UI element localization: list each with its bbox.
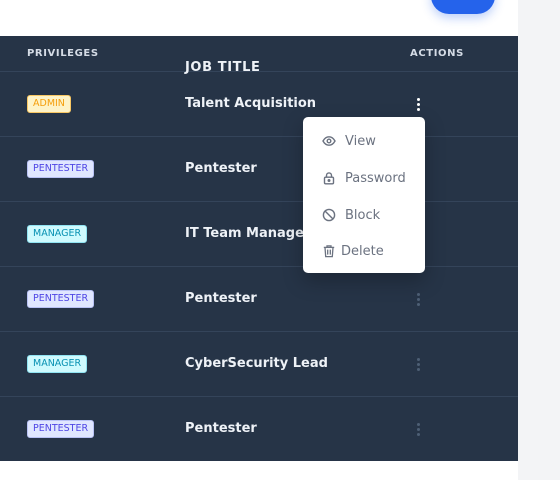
table-header: PRIVILEGES JOB TITLE ACTIONS bbox=[0, 36, 518, 75]
privilege-badge: PENTESTER bbox=[27, 290, 95, 308]
row-actions-button[interactable] bbox=[411, 289, 425, 309]
table-row: MANAGER IT Team Manager bbox=[0, 202, 518, 267]
job-title: Pentester bbox=[185, 161, 257, 176]
privilege-badge: MANAGER bbox=[27, 355, 88, 373]
table-row: ADMIN Talent Acquisition bbox=[0, 72, 518, 137]
menu-item-block[interactable]: Block bbox=[303, 199, 425, 231]
table-row: PENTESTER Pentester bbox=[0, 397, 518, 462]
menu-item-label: Delete bbox=[341, 243, 384, 259]
job-title: CyberSecurity Lead bbox=[185, 356, 328, 371]
add-user-button[interactable] bbox=[431, 0, 495, 14]
row-actions-menu: View Password Block Delete bbox=[303, 117, 425, 273]
menu-item-label: View bbox=[345, 133, 376, 149]
privilege-badge: MANAGER bbox=[27, 225, 88, 243]
row-actions-button[interactable] bbox=[411, 419, 425, 439]
table-row: PENTESTER Pentester bbox=[0, 137, 518, 202]
privilege-badge: ADMIN bbox=[27, 95, 71, 113]
privilege-badge: PENTESTER bbox=[27, 160, 95, 178]
lock-icon bbox=[322, 171, 336, 185]
job-title: Talent Acquisition bbox=[185, 96, 317, 111]
menu-item-view[interactable]: View bbox=[303, 125, 425, 157]
row-actions-button[interactable] bbox=[411, 354, 425, 374]
menu-item-password[interactable]: Password bbox=[303, 162, 425, 194]
header-actions: ACTIONS bbox=[410, 48, 464, 59]
users-table: PRIVILEGES JOB TITLE ACTIONS ADMIN Talen… bbox=[0, 36, 518, 461]
menu-item-label: Password bbox=[345, 170, 406, 186]
header-privileges: PRIVILEGES bbox=[27, 48, 99, 59]
users-panel: PRIVILEGES JOB TITLE ACTIONS ADMIN Talen… bbox=[0, 0, 518, 480]
eye-icon bbox=[322, 134, 336, 148]
menu-item-label: Block bbox=[345, 207, 381, 223]
job-title: Pentester bbox=[185, 421, 257, 436]
menu-item-delete[interactable]: Delete bbox=[303, 235, 425, 267]
table-row: PENTESTER Pentester bbox=[0, 267, 518, 332]
block-icon bbox=[322, 208, 336, 222]
row-actions-button[interactable] bbox=[411, 94, 425, 114]
job-title: IT Team Manager bbox=[185, 226, 311, 241]
trash-icon bbox=[322, 244, 336, 258]
job-title: Pentester bbox=[185, 291, 257, 306]
table-row: MANAGER CyberSecurity Lead bbox=[0, 332, 518, 397]
privilege-badge: PENTESTER bbox=[27, 420, 95, 438]
